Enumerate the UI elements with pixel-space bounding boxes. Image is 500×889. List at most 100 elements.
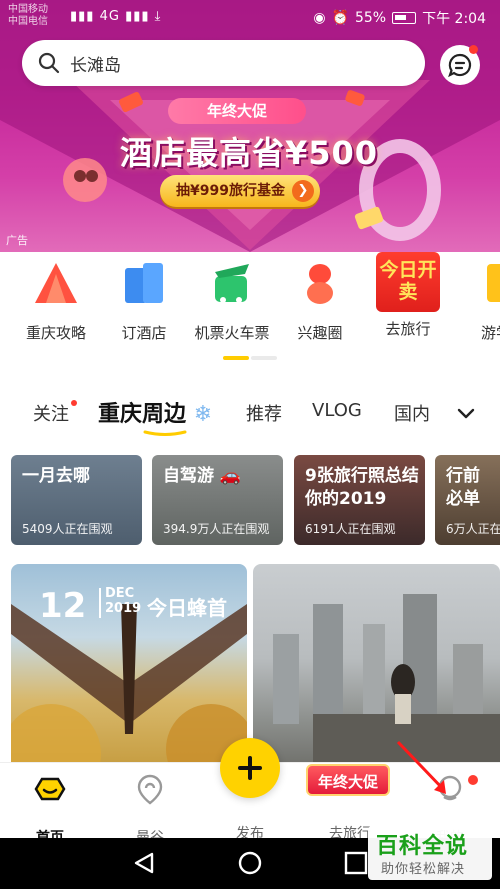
quick-entry-label: 重庆攻略 <box>25 324 86 342</box>
quick-entry-study[interactable]: 游学 <box>456 260 500 343</box>
back-icon[interactable] <box>134 852 154 874</box>
quick-entries: 重庆攻略 订酒店 机票火车票 兴趣圈 今日开卖 去旅行 游学 <box>0 252 500 370</box>
nav-bangkok[interactable]: 曼谷 <box>115 773 185 847</box>
tab-follow[interactable]: 关注 <box>33 400 77 426</box>
feed-month: DEC <box>105 586 135 601</box>
tab-chongqing-nearby[interactable]: 重庆周边 ❄ <box>98 396 212 428</box>
feed-image <box>273 594 500 774</box>
recents-icon[interactable] <box>344 851 368 875</box>
carrier-labels: 中国移动 中国电信 <box>8 4 48 28</box>
guide-icon <box>35 263 77 303</box>
quick-entry-label: 机票火车票 <box>194 324 270 342</box>
topic-viewers: 6万人正在围观 <box>446 522 500 536</box>
topic-viewers: 6191人正在围观 <box>305 522 396 536</box>
signal-icon: ▮▮▮ 4G ▮▮▮ ⤓ <box>70 9 162 24</box>
feed-month-year: DEC 2019 <box>105 586 141 616</box>
promo-cta-button[interactable]: 抽¥999旅行基金 ❯ <box>160 175 320 207</box>
quick-entry-guide[interactable]: 重庆攻略 <box>16 260 96 343</box>
date-divider <box>99 588 101 618</box>
car-icon: 🚗 <box>219 466 242 486</box>
topic-card[interactable]: 一月去哪 5409人正在围观 <box>11 455 142 545</box>
quick-entry-label: 订酒店 <box>121 324 167 342</box>
hotel-icon <box>125 263 163 303</box>
feed-day: 12 <box>39 586 87 626</box>
network-type: 4G <box>99 9 120 24</box>
search-input[interactable]: 长滩岛 <box>22 40 425 86</box>
tab-vlog[interactable]: VLOG <box>312 400 362 421</box>
feed-title: 今日蜂首 <box>147 596 227 620</box>
watermark-title: 百科全说 <box>376 834 469 859</box>
topic-card[interactable]: 自驾游 🚗 394.9万人正在围观 <box>152 455 283 545</box>
quick-entries-pager <box>223 356 283 360</box>
interest-icon <box>307 264 333 304</box>
study-icon <box>487 264 500 302</box>
promo-tag: 年终大促 <box>168 98 306 124</box>
battery-percent: 55% <box>354 10 387 26</box>
status-bar: 中国移动 中国电信 ▮▮▮ 4G ▮▮▮ ⤓ ◉ ⏰ 55% 下午 2:04 <box>0 0 500 34</box>
publish-button[interactable] <box>220 738 280 798</box>
home-icon <box>34 777 66 801</box>
tab-domestic[interactable]: 国内 <box>394 400 430 426</box>
banner-artwork <box>0 0 500 252</box>
tab-label: VLOG <box>312 400 362 421</box>
carrier-1: 中国移动 <box>8 4 48 15</box>
topic-card[interactable]: 9张旅行照总结你的2019 6191人正在围观 <box>294 455 425 545</box>
quick-entry-label: 游学 <box>480 324 500 342</box>
topic-viewers: 394.9万人正在围观 <box>163 522 270 536</box>
tab-label: 关注 <box>33 404 69 425</box>
nav-travel-badge[interactable]: 年终大促 <box>306 764 390 796</box>
snowflake-icon: ❄ <box>193 402 213 427</box>
clock: 下午 2:04 <box>422 11 486 27</box>
location-icon <box>137 774 163 805</box>
quick-entry-label: 去旅行 <box>385 320 431 338</box>
tab-recommend[interactable]: 推荐 <box>246 400 282 426</box>
search-icon <box>38 52 60 74</box>
plus-icon <box>238 756 262 780</box>
chevron-down-icon[interactable] <box>456 404 476 424</box>
pager-dot <box>251 356 277 360</box>
ticket-icon <box>215 264 249 303</box>
red-arrow-annotation <box>396 740 446 794</box>
quick-entry-travel[interactable]: 今日开卖 去旅行 <box>368 252 448 339</box>
hero-banner[interactable]: 中国移动 中国电信 ▮▮▮ 4G ▮▮▮ ⤓ ◉ ⏰ 55% 下午 2:04 长… <box>0 0 500 252</box>
quick-entry-hotel[interactable]: 订酒店 <box>104 260 184 343</box>
battery-icon <box>392 12 417 24</box>
tab-label: 国内 <box>394 404 430 425</box>
message-button[interactable] <box>440 45 480 85</box>
travel-icon: 今日开卖 <box>376 252 440 312</box>
tab-badge <box>71 400 77 406</box>
promo-headline: 酒店最高省¥500 <box>119 134 379 172</box>
ad-label: 广告 <box>6 234 28 247</box>
tab-label: 重庆周边 <box>98 402 187 427</box>
tab-label: 推荐 <box>246 404 282 425</box>
carrier-2: 中国电信 <box>8 16 48 27</box>
quick-entry-tickets[interactable]: 机票火车票 <box>192 260 272 343</box>
topic-title: 自驾游 🚗 <box>163 465 241 488</box>
topic-title: 行前必单 <box>446 466 480 509</box>
message-icon <box>448 53 472 78</box>
tab-active-indicator <box>143 430 187 436</box>
message-badge <box>469 45 478 54</box>
topic-title: 一月去哪 <box>22 466 90 486</box>
channel-tabs: 关注 重庆周边 ❄ 推荐 VLOG 国内 <box>0 388 500 440</box>
promo-cta-label: 抽¥999旅行基金 <box>176 183 285 199</box>
watermark: 百科全说 助你轻松解决 <box>368 826 492 880</box>
nav-me-badge <box>468 775 478 785</box>
feed-card[interactable]: 12 DEC 2019 今日蜂首 <box>11 564 247 774</box>
topic-card[interactable]: 行前必单 6万人正在围观 <box>435 455 500 545</box>
nav-home[interactable]: 首页 <box>15 773 85 847</box>
pager-dot-active <box>223 356 249 360</box>
feed-year: 2019 <box>105 601 142 616</box>
home-circle-icon[interactable] <box>238 851 262 875</box>
topic-title: 9张旅行照总结你的2019 <box>305 466 419 509</box>
quick-entry-label: 兴趣圈 <box>297 324 343 342</box>
arrow-right-icon: ❯ <box>292 180 314 202</box>
search-value: 长滩岛 <box>70 55 121 76</box>
feed-card[interactable] <box>253 564 500 774</box>
topic-title-text: 自驾游 <box>163 466 214 486</box>
watermark-subtitle: 助你轻松解决 <box>381 862 466 877</box>
eye-icon: ◉ <box>313 10 326 26</box>
quick-entry-interest[interactable]: 兴趣圈 <box>280 260 360 343</box>
topic-viewers: 5409人正在围观 <box>22 522 113 536</box>
alarm-icon: ⏰ <box>331 10 349 26</box>
